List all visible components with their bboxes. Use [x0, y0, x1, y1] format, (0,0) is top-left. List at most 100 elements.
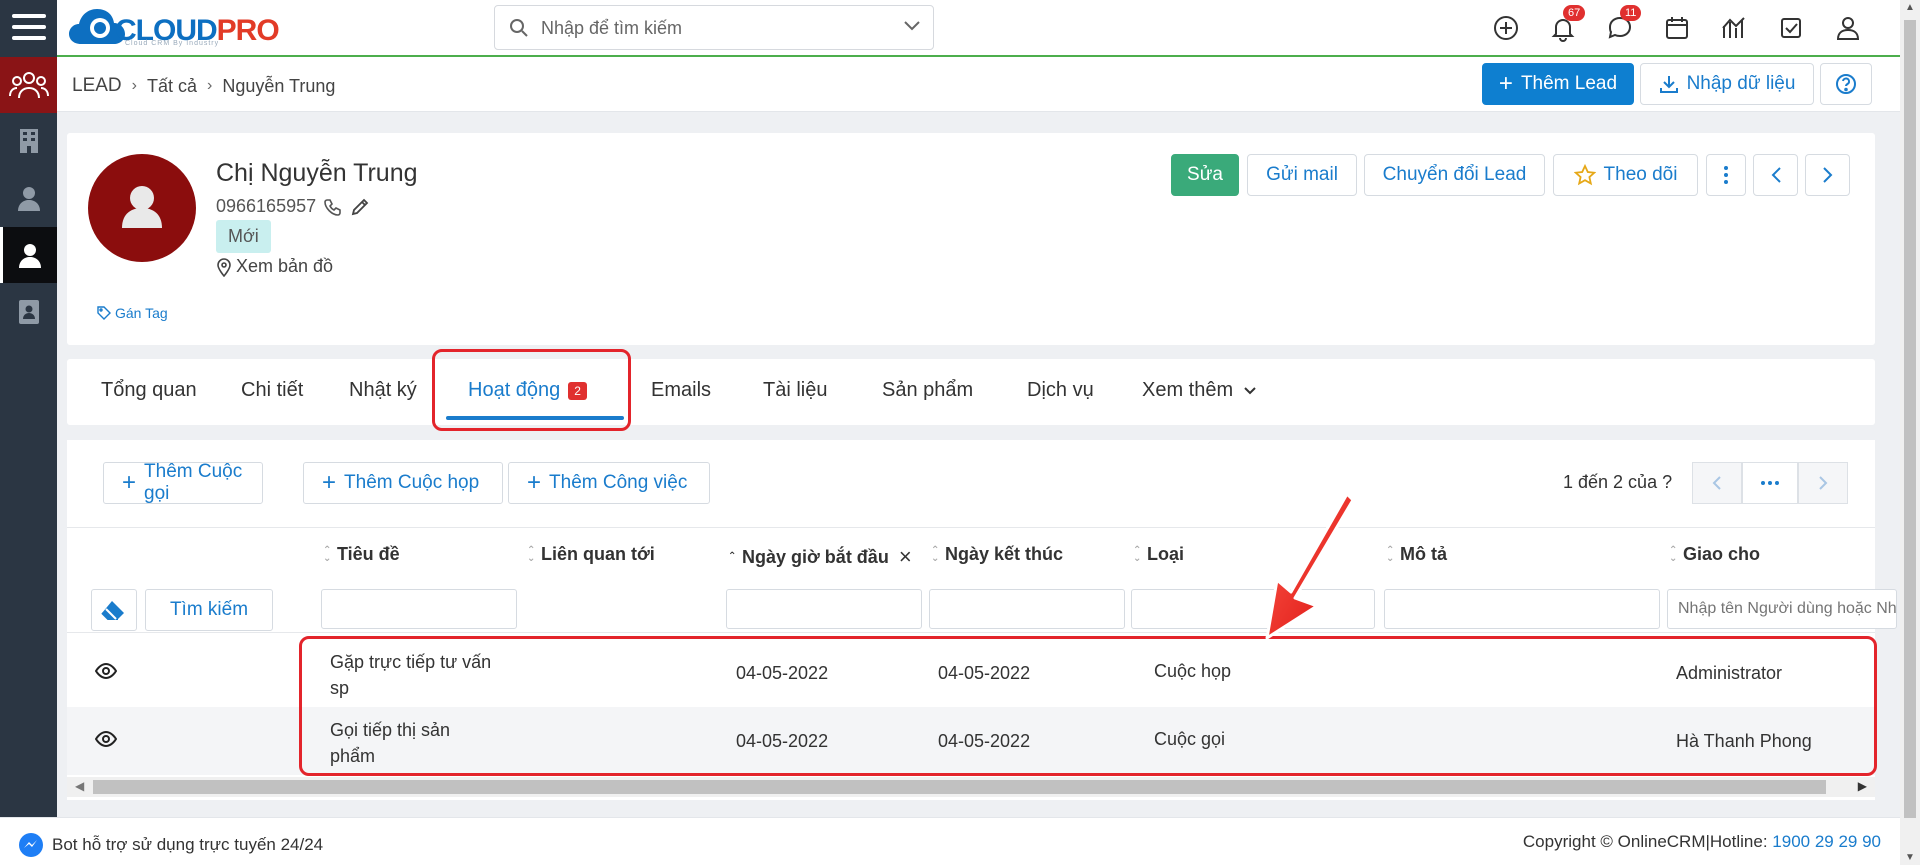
- rail-item-documents[interactable]: [0, 284, 57, 340]
- user-account-icon[interactable]: [1834, 14, 1862, 42]
- add-meeting-button[interactable]: + Thêm Cuộc họp: [303, 462, 503, 504]
- column-title[interactable]: ⌃ ⌄ Tiêu đề: [323, 544, 400, 565]
- column-type[interactable]: ⌃ ⌄ Loại: [1133, 544, 1184, 565]
- rail-item-leads-group[interactable]: [0, 57, 57, 113]
- add-call-button[interactable]: + Thêm Cuộc gọi: [103, 461, 263, 504]
- vertical-scrollbar-thumb[interactable]: [1904, 20, 1916, 818]
- scroll-right-icon[interactable]: ▶: [1858, 779, 1867, 793]
- contact-card-icon: [18, 300, 39, 324]
- tab-log[interactable]: Nhật ký: [349, 379, 417, 402]
- users-group-icon: [8, 72, 49, 99]
- filter-start-date-input[interactable]: [726, 589, 922, 629]
- sort-icon: ⌃ ⌄: [323, 544, 332, 564]
- tab-details[interactable]: Chi tiết: [241, 379, 303, 402]
- filter-assignee-input[interactable]: [1667, 589, 1897, 629]
- calendar-icon[interactable]: [1663, 14, 1691, 42]
- eye-view-icon[interactable]: [95, 663, 117, 679]
- rail-item-lead[interactable]: [0, 227, 57, 283]
- cloudpro-logo[interactable]: CLOUDPRO Cloud CRM By Industry: [67, 4, 282, 50]
- search-input[interactable]: [541, 14, 881, 42]
- sort-icon: ⌃ ⌄: [527, 544, 536, 564]
- messages-button[interactable]: 11: [1606, 5, 1642, 42]
- view-map-link[interactable]: Xem bản đồ: [216, 256, 333, 277]
- pencil-edit-icon[interactable]: [350, 197, 370, 217]
- logo-tagline: Cloud CRM By Industry: [125, 40, 220, 47]
- eraser-icon: [101, 601, 124, 620]
- phone-icon[interactable]: [324, 198, 342, 216]
- global-search[interactable]: [494, 5, 934, 50]
- filter-end-date-input[interactable]: [929, 589, 1125, 629]
- prev-page-button[interactable]: [1692, 462, 1742, 504]
- rail-item-organizations[interactable]: [0, 113, 57, 169]
- hotline-link[interactable]: 1900 29 29 90: [1772, 832, 1881, 851]
- pager-info: 1 đến 2 của ?: [1563, 472, 1673, 492]
- tab-products[interactable]: Sản phẩm: [882, 379, 973, 402]
- scroll-down-icon[interactable]: ▼: [1905, 852, 1915, 863]
- filter-description-input[interactable]: [1384, 589, 1660, 629]
- plus-icon: +: [527, 469, 542, 496]
- record-tabs: Tổng quan Chi tiết Nhật ký Hoạt động 2 Em…: [67, 359, 1875, 425]
- sort-asc-icon: ⌃: [728, 551, 737, 562]
- lead-name: Chị Nguyễn Trung: [216, 159, 418, 187]
- import-data-button[interactable]: Nhập dữ liệu: [1640, 63, 1814, 105]
- plus-circle-icon[interactable]: [1492, 14, 1520, 42]
- tab-documents[interactable]: Tài liệu: [763, 379, 827, 402]
- scrollbar-thumb[interactable]: [93, 780, 1826, 794]
- send-mail-button[interactable]: Gửi mail: [1247, 154, 1357, 196]
- support-bot-link[interactable]: Bot hỗ trợ sử dụng trực tuyến 24/24: [18, 832, 323, 858]
- status-badge: Mới: [216, 220, 271, 253]
- tab-emails[interactable]: Emails: [651, 379, 711, 402]
- column-start-datetime[interactable]: ⌃ Ngày giờ bắt đầu ×: [728, 544, 912, 570]
- table-header: ⌃ ⌄ Tiêu đề ⌃ ⌄ Liên quan tới ⌃ Ngày giờ bắt …: [67, 527, 1875, 579]
- analytics-chart-icon[interactable]: [1720, 14, 1748, 42]
- scroll-up-icon[interactable]: ▲: [1905, 2, 1915, 13]
- sort-icon: ⌃ ⌄: [1386, 544, 1395, 564]
- annotation-arrow-icon: [1265, 492, 1355, 640]
- follow-button[interactable]: Theo dõi: [1553, 154, 1698, 196]
- column-related-to[interactable]: ⌃ ⌄ Liên quan tới: [527, 544, 655, 565]
- more-horizontal-icon: [1761, 481, 1779, 485]
- rail-item-contacts[interactable]: [0, 170, 57, 226]
- previous-record-button[interactable]: [1753, 154, 1798, 196]
- horizontal-scrollbar[interactable]: ◀ ▶: [67, 777, 1875, 797]
- copyright: Copyright © OnlineCRM|Hotline: 1900 29 2…: [1522, 832, 1881, 851]
- checkbox-tasks-icon[interactable]: [1777, 14, 1805, 42]
- page-select-button[interactable]: [1742, 462, 1798, 504]
- scroll-left-icon[interactable]: ◀: [75, 779, 84, 793]
- add-lead-button[interactable]: + Thêm Lead: [1482, 63, 1634, 105]
- search-button[interactable]: Tìm kiếm: [145, 589, 273, 631]
- breadcrumb-current: Nguyễn Trung: [222, 75, 336, 96]
- add-task-button[interactable]: + Thêm Công việc: [508, 462, 710, 504]
- column-description[interactable]: ⌃ ⌄ Mô tả: [1386, 544, 1447, 565]
- pager-help[interactable]: ?: [1662, 472, 1672, 492]
- map-pin-icon: [217, 257, 231, 277]
- tab-more[interactable]: Xem thêm: [1142, 379, 1257, 402]
- clear-filters-button[interactable]: [91, 589, 137, 631]
- tab-services[interactable]: Dịch vụ: [1027, 379, 1094, 402]
- convert-lead-button[interactable]: Chuyển đổi Lead: [1364, 154, 1545, 196]
- edit-button[interactable]: Sửa: [1171, 154, 1239, 196]
- chevron-down-icon[interactable]: [903, 20, 921, 32]
- vertical-dots-icon: [1724, 166, 1728, 184]
- more-actions-button[interactable]: [1706, 154, 1746, 196]
- notifications-button[interactable]: 67: [1549, 5, 1586, 42]
- eye-view-icon[interactable]: [95, 731, 117, 747]
- column-assigned-to[interactable]: ⌃ ⌄ Giao cho: [1669, 544, 1760, 565]
- breadcrumb-module[interactable]: LEAD: [72, 75, 122, 97]
- next-record-button[interactable]: [1805, 154, 1850, 196]
- activity-rows-highlight: [299, 636, 1877, 776]
- filter-title-input[interactable]: [321, 589, 517, 629]
- help-button[interactable]: [1820, 63, 1872, 105]
- breadcrumb-bar: LEAD › Tất cả › Nguyễn Trung + Thêm Lead…: [57, 57, 1900, 112]
- download-icon: [1659, 76, 1678, 93]
- clear-sort-icon[interactable]: ×: [899, 544, 912, 570]
- chevron-left-icon: [1771, 167, 1781, 183]
- vertical-scrollbar[interactable]: ▲ ▼: [1900, 0, 1920, 865]
- assign-tag-link[interactable]: Gán Tag: [97, 305, 168, 321]
- next-page-button[interactable]: [1798, 462, 1848, 504]
- avatar: [88, 154, 196, 262]
- menu-icon[interactable]: [12, 14, 46, 40]
- column-end-date[interactable]: ⌃ ⌄ Ngày kết thúc: [931, 544, 1063, 565]
- tab-overview[interactable]: Tổng quan: [101, 379, 197, 402]
- breadcrumb-all[interactable]: Tất cả: [147, 76, 197, 97]
